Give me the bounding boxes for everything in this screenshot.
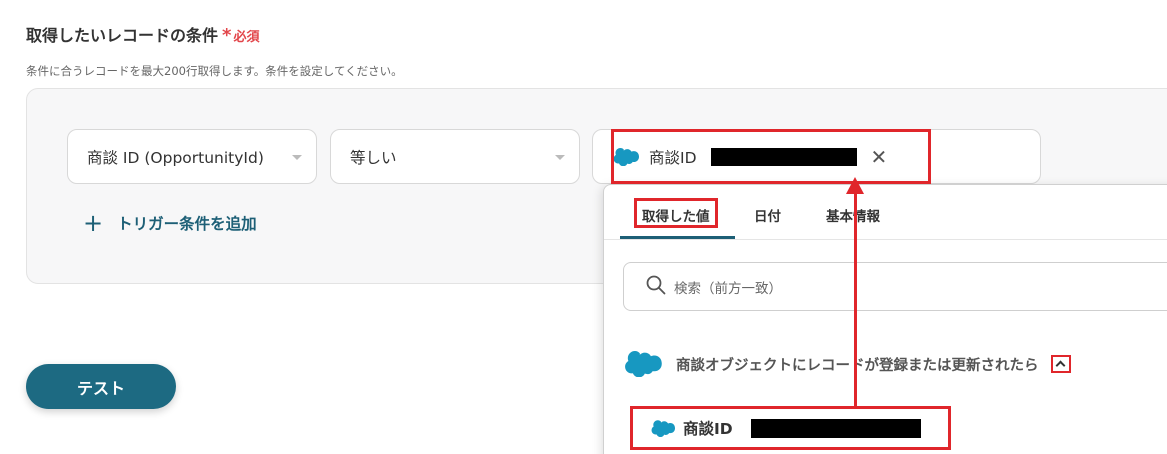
operator-select-value: 等しい (350, 148, 397, 167)
trigger-group-header[interactable]: 商談オブジェクトにレコードが登録または更新されたら (624, 351, 1071, 377)
caret-down-icon (555, 155, 565, 160)
option-label: 商談ID (683, 420, 733, 438)
redacted-value (750, 418, 921, 438)
annotation-arrow-head (846, 177, 864, 194)
operator-select[interactable]: 等しい (330, 129, 580, 184)
caret-down-icon (292, 155, 302, 160)
add-trigger-label: トリガー条件を追加 (117, 215, 257, 233)
trigger-group-label: 商談オブジェクトにレコードが登録または更新されたら (676, 357, 1039, 374)
search-placeholder: 検索（前方一致） (674, 280, 782, 297)
test-button[interactable]: テスト (26, 364, 176, 409)
highlight-box-chip (611, 129, 931, 184)
required-star: * (222, 25, 232, 46)
tab-date[interactable]: 日付 (754, 205, 781, 225)
add-trigger-condition-button[interactable]: + トリガー条件を追加 (83, 211, 257, 235)
required-badge: 必須 (233, 30, 260, 45)
search-input[interactable]: 検索（前方一致） (623, 262, 1167, 311)
highlight-box-tab (634, 198, 718, 228)
section-description: 条件に合うレコードを最大200行取得します。条件を設定してください。 (26, 64, 403, 78)
tab-basic-info[interactable]: 基本情報 (826, 205, 880, 225)
chevron-up-icon[interactable] (1050, 355, 1071, 373)
search-icon (646, 275, 666, 299)
salesforce-cloud-icon (624, 351, 662, 377)
section-title: 取得したいレコードの条件 * 必須 (26, 25, 260, 46)
plus-icon: + (83, 209, 104, 237)
field-select-value: 商談 ID (OpportunityId) (87, 148, 264, 167)
opportunity-id-option[interactable]: 商談ID (630, 406, 951, 450)
annotation-arrow-line (854, 192, 857, 406)
field-select[interactable]: 商談 ID (OpportunityId) (67, 129, 317, 184)
active-tab-indicator (620, 236, 735, 239)
salesforce-cloud-icon (651, 419, 675, 437)
